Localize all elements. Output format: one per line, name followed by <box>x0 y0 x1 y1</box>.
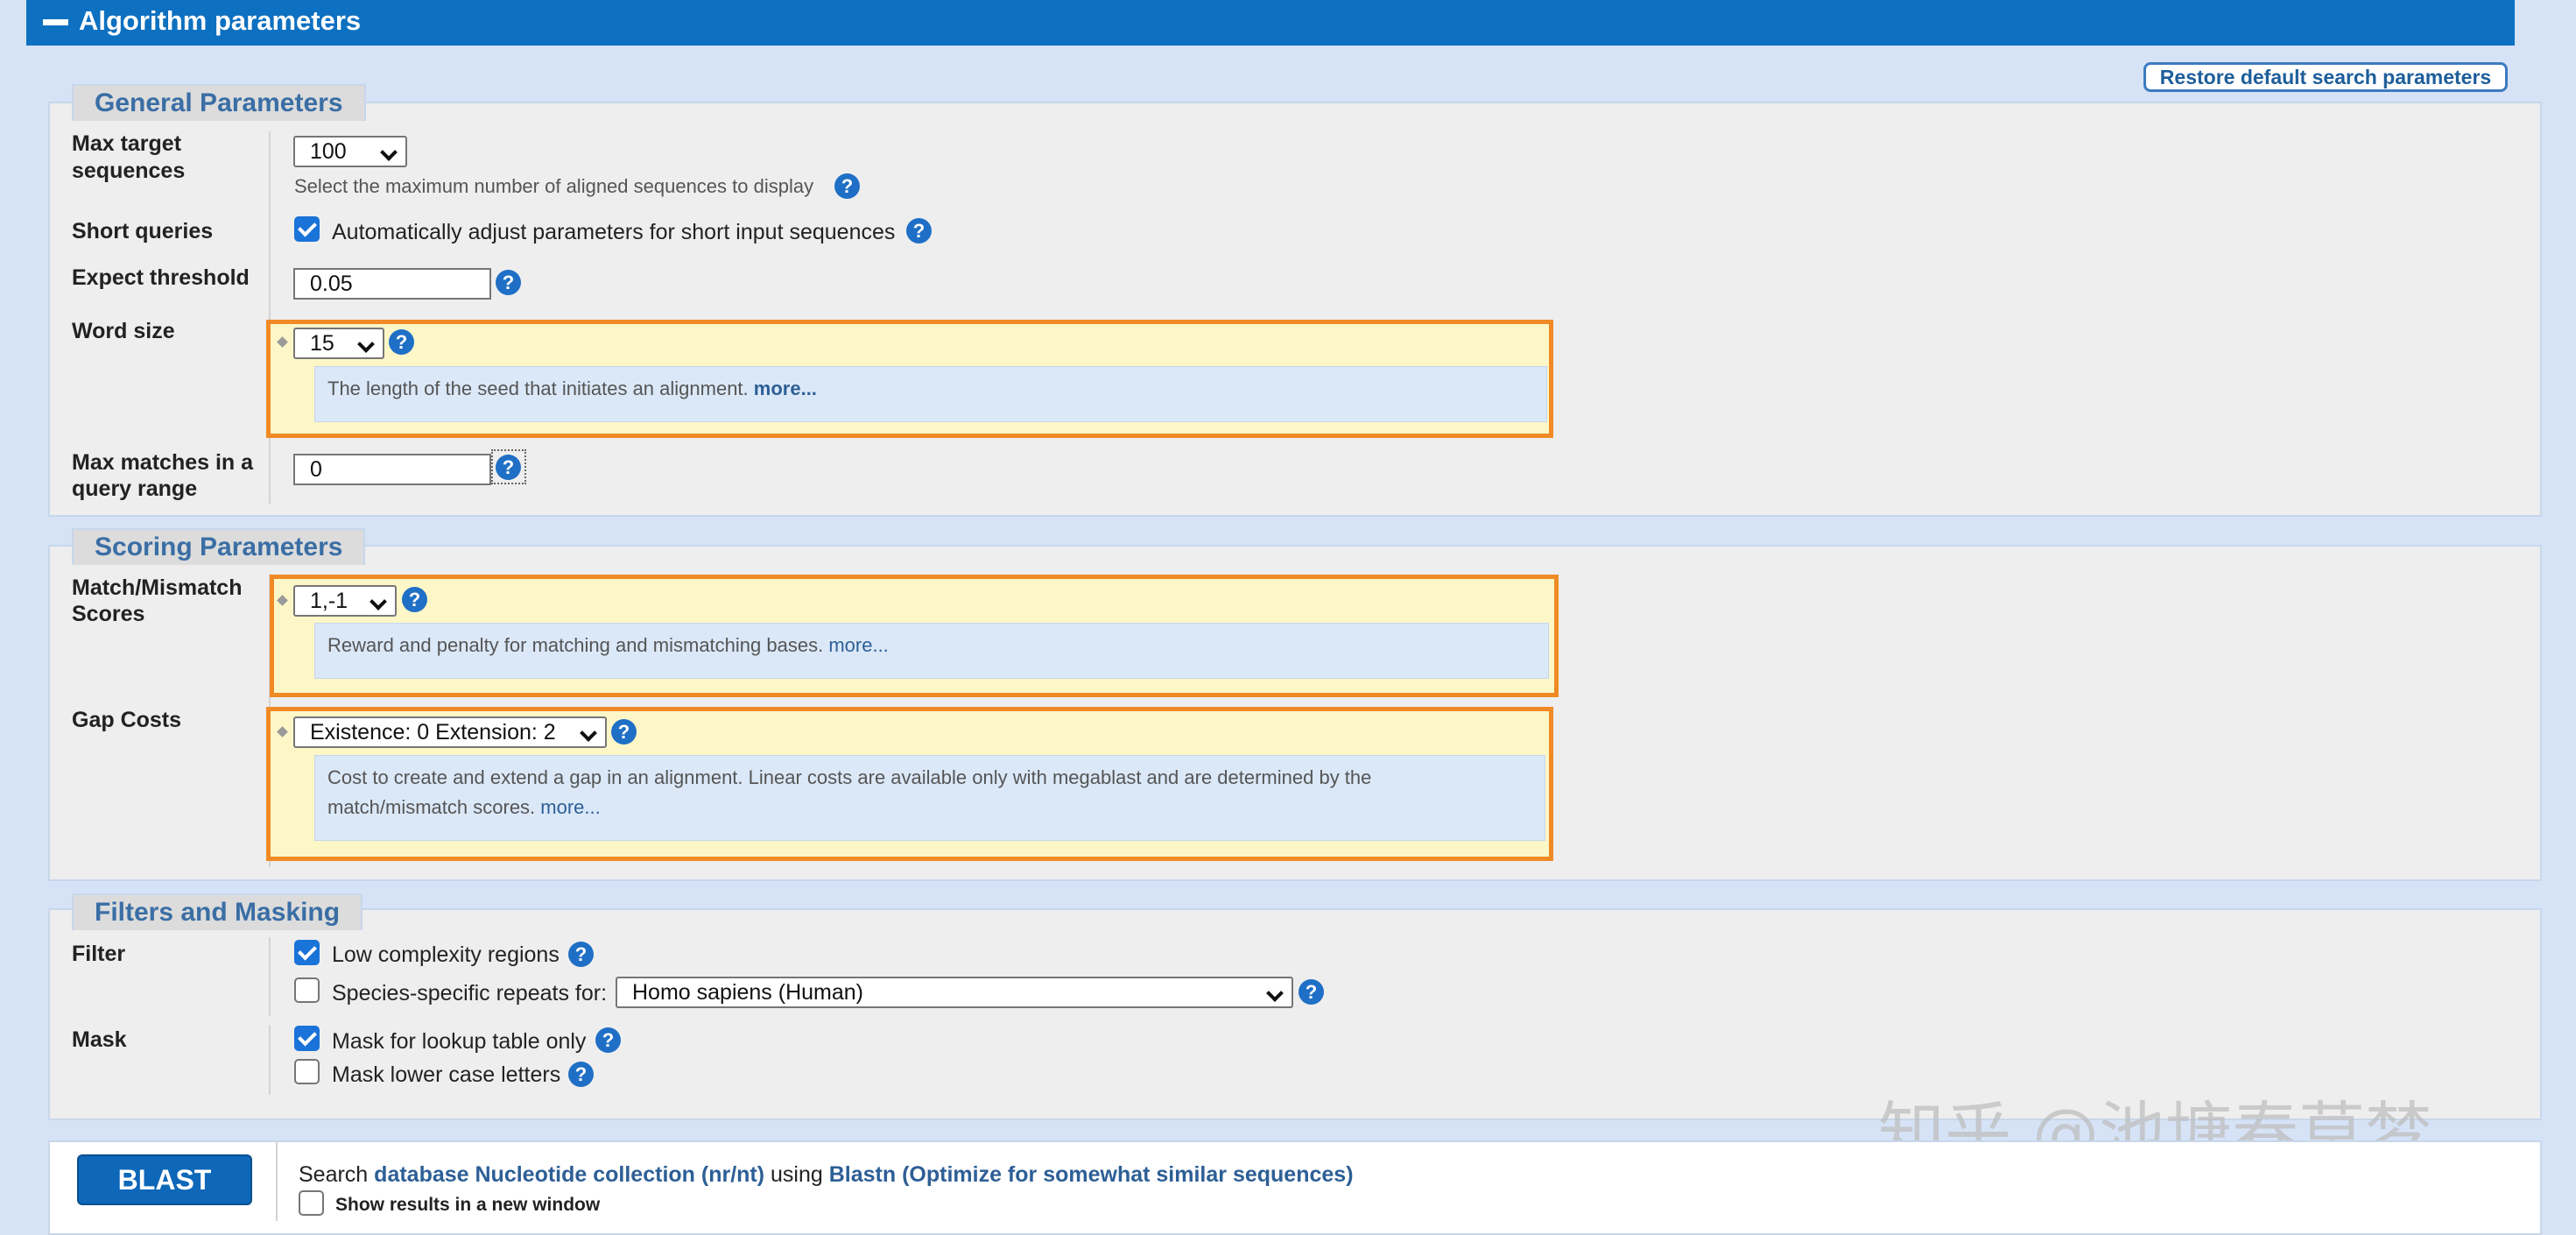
filters-masking-legend: Filters and Masking <box>72 893 363 930</box>
species-repeats-text: Species-specific repeats for: <box>332 981 608 1006</box>
short-queries-label: Short queries <box>72 219 214 243</box>
gap-costs-desc-line2: match/mismatch scores. more... <box>327 793 1545 822</box>
gap-costs-select[interactable]: Existence: 0 Extension: 2 <box>293 716 607 748</box>
scoring-parameters-legend: Scoring Parameters <box>72 528 366 565</box>
max-target-select[interactable]: 100 <box>293 136 407 167</box>
program-link[interactable]: Blastn (Optimize for somewhat similar se… <box>829 1162 1354 1187</box>
match-mismatch-description: Reward and penalty for matching and mism… <box>314 623 1549 679</box>
max-matches-label-line2: query range <box>72 476 198 501</box>
search-summary: Search database Nucleotide collection (n… <box>299 1161 1354 1188</box>
low-complexity-checkbox[interactable] <box>294 940 320 965</box>
gap-costs-desc-text: match/mismatch scores. <box>327 796 536 818</box>
gap-costs-desc-line1: Cost to create and extend a gap in an al… <box>327 766 1372 788</box>
word-size-select[interactable]: 15 <box>293 328 384 359</box>
max-target-value: 100 <box>310 139 347 164</box>
new-window-checkbox[interactable] <box>299 1190 324 1216</box>
collapse-icon[interactable] <box>43 19 68 25</box>
match-mismatch-label-line1: Match/Mismatch <box>72 575 243 600</box>
gap-costs-description: Cost to create and extend a gap in an al… <box>314 755 1545 841</box>
short-queries-checkbox[interactable] <box>294 216 320 242</box>
help-icon[interactable]: ? <box>906 218 932 243</box>
help-icon[interactable]: ? <box>389 329 414 355</box>
help-icon[interactable]: ? <box>496 455 521 480</box>
mask-lookup-checkbox[interactable] <box>294 1026 320 1051</box>
help-icon[interactable]: ? <box>568 1062 594 1087</box>
gap-costs-value: Existence: 0 Extension: 2 <box>310 720 556 745</box>
restore-defaults-button[interactable]: Restore default search parameters <box>2143 62 2508 92</box>
short-queries-text: Automatically adjust parameters for shor… <box>332 220 896 244</box>
filter-label: Filter <box>72 942 126 966</box>
help-icon[interactable]: ? <box>568 942 594 967</box>
help-icon[interactable]: ? <box>402 587 427 612</box>
match-mismatch-select[interactable]: 1,-1 <box>293 585 397 617</box>
word-size-description: The length of the seed that initiates an… <box>314 366 1547 422</box>
mask-label: Mask <box>72 1027 127 1052</box>
chevron-down-icon <box>580 724 597 742</box>
max-target-label-line2: sequences <box>72 159 186 183</box>
divider <box>269 131 271 505</box>
chevron-down-icon <box>380 144 398 161</box>
general-parameters-legend: General Parameters <box>72 84 366 121</box>
more-link[interactable]: more... <box>540 796 600 818</box>
help-icon[interactable]: ? <box>611 719 637 745</box>
more-link[interactable]: more... <box>754 378 817 399</box>
chevron-down-icon <box>370 593 387 610</box>
species-value: Homo sapiens (Human) <box>632 980 863 1005</box>
help-icon[interactable]: ? <box>496 270 521 295</box>
gap-costs-label: Gap Costs <box>72 708 182 732</box>
mask-lowercase-checkbox[interactable] <box>294 1059 320 1084</box>
help-icon[interactable]: ? <box>595 1027 621 1053</box>
more-link[interactable]: more... <box>828 634 888 656</box>
divider <box>276 1140 278 1221</box>
using-word: using <box>771 1162 823 1187</box>
section-header[interactable]: Algorithm parameters <box>26 0 2515 46</box>
word-size-desc-text: The length of the seed that initiates an… <box>327 378 749 399</box>
chevron-down-icon <box>1266 984 1284 1002</box>
new-window-label: Show results in a new window <box>335 1195 601 1215</box>
divider <box>269 1025 271 1095</box>
low-complexity-text: Low complexity regions <box>332 942 560 967</box>
species-select[interactable]: Homo sapiens (Human) <box>616 977 1293 1008</box>
blast-button[interactable]: BLAST <box>77 1154 252 1205</box>
database-link[interactable]: database Nucleotide collection (nr/nt) <box>374 1162 764 1187</box>
submit-bar <box>48 1140 2542 1235</box>
mask-lowercase-text: Mask lower case letters <box>332 1062 561 1087</box>
help-icon[interactable]: ? <box>834 173 860 199</box>
max-matches-input[interactable]: 0 <box>293 454 491 485</box>
max-target-hint: Select the maximum number of aligned seq… <box>294 175 814 197</box>
chevron-down-icon <box>357 335 375 353</box>
expect-threshold-label: Expect threshold <box>72 265 250 290</box>
word-size-label: Word size <box>72 319 175 343</box>
match-mismatch-value: 1,-1 <box>310 589 348 613</box>
species-repeats-checkbox[interactable] <box>294 977 320 1003</box>
expect-threshold-input[interactable]: 0.05 <box>293 268 491 300</box>
section-title: Algorithm parameters <box>79 5 362 36</box>
match-mismatch-label-line2: Scores <box>72 602 145 626</box>
help-icon[interactable]: ? <box>1299 979 1324 1005</box>
mask-lookup-text: Mask for lookup table only <box>332 1029 587 1054</box>
max-matches-label-line1: Max matches in a <box>72 450 254 475</box>
search-word: Search <box>299 1162 369 1187</box>
divider <box>269 937 271 1016</box>
word-size-value: 15 <box>310 331 334 356</box>
match-mismatch-desc-text: Reward and penalty for matching and mism… <box>327 634 824 656</box>
max-target-label-line1: Max target <box>72 131 182 156</box>
